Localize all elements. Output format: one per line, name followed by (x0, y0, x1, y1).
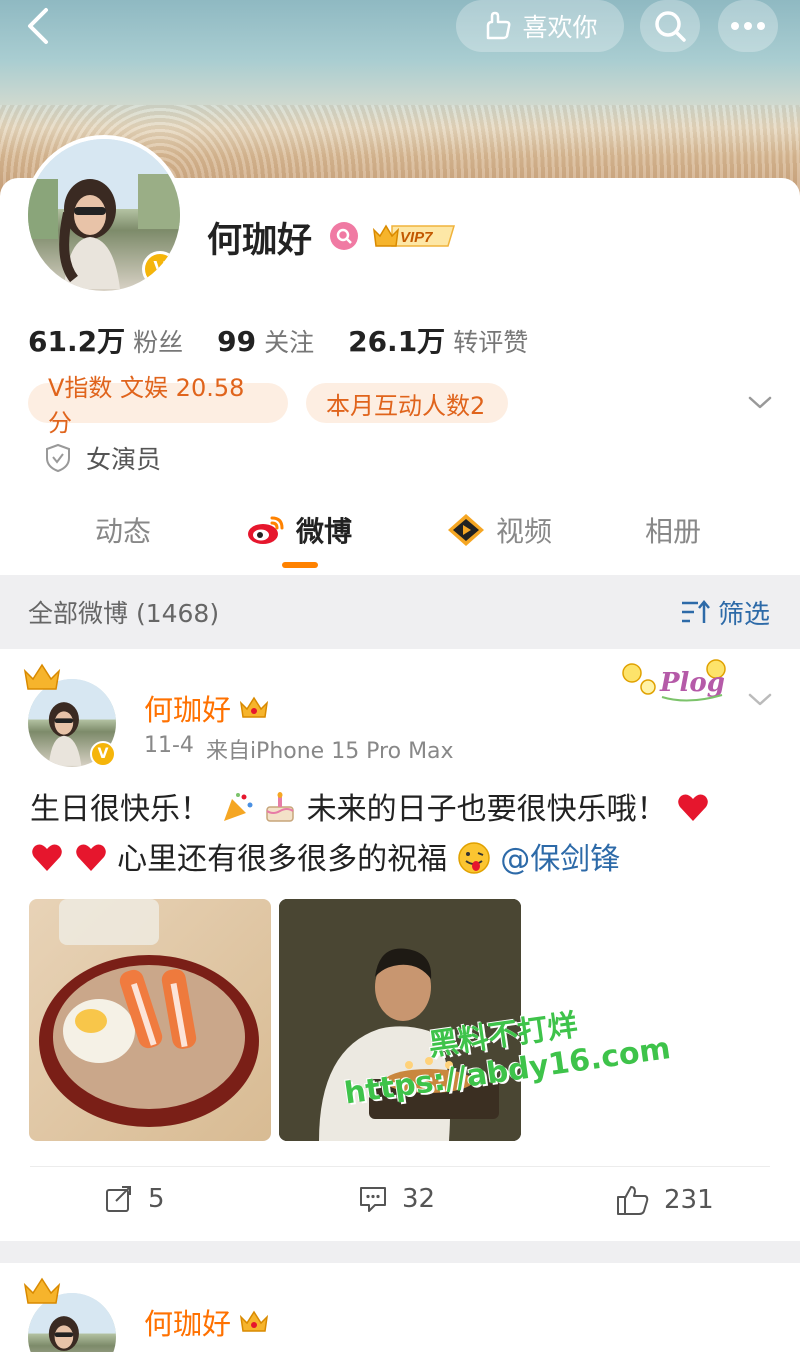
back-button[interactable] (18, 4, 62, 48)
plog-label: Plog (659, 668, 725, 698)
repost-button[interactable]: 5 (104, 1184, 165, 1214)
interactions-label: 转评赞 (453, 328, 529, 357)
profile-tabs: 动态 微博 视频 相册 (0, 490, 800, 574)
weibo-post-2: 何珈好 (0, 1263, 800, 1352)
all-posts-count: 全部微博 (1468) (28, 599, 220, 628)
search-button[interactable] (640, 0, 700, 52)
back-icon (28, 8, 48, 44)
post-meta: 11-4 来自iPhone 15 Pro Max (144, 733, 454, 765)
more-icon (731, 22, 765, 30)
post-author[interactable]: 何珈好 (144, 687, 269, 729)
mention-link[interactable]: @保剑锋 (500, 842, 620, 877)
noodle-bowl-image (39, 899, 259, 1127)
followers-label[interactable]: 粉丝 (133, 323, 183, 359)
post-photo-noodles[interactable] (29, 899, 271, 1141)
post-separator (0, 1241, 800, 1263)
shield-check-icon (46, 443, 70, 473)
following-count[interactable]: 99 (217, 325, 256, 358)
tab-video-label: 视频 (496, 515, 553, 548)
filter-bar: 全部微博 (1468) 筛选 (0, 575, 800, 649)
crown-icon (23, 1277, 61, 1304)
tongue-face-icon (457, 842, 490, 874)
repost-count: 5 (148, 1184, 165, 1214)
profession-label: 女演员 (86, 445, 162, 474)
like-button[interactable]: 231 (616, 1184, 714, 1216)
more-button[interactable] (718, 0, 778, 52)
filter-label: 筛选 (717, 599, 770, 630)
comment-button[interactable]: 32 (358, 1184, 435, 1214)
tab-video[interactable]: 视频 (446, 510, 552, 550)
profile-avatar[interactable]: V (24, 135, 184, 295)
comment-icon (360, 1187, 386, 1212)
post-photo-birthday[interactable] (279, 899, 521, 1141)
post-text: 生日很快乐！ 未来的日子也要很快乐哦！ 心里还有很多很多的祝福 @保剑锋 (30, 785, 770, 885)
tab-weibo-label: 微博 (296, 515, 353, 548)
v-index-pill[interactable]: V指数 文娱 20.58分 (28, 374, 288, 437)
heart-icon (32, 844, 62, 871)
profile-name: 何珈好 (207, 221, 313, 261)
tab-album[interactable]: 相册 (645, 510, 701, 550)
party-popper-icon (223, 793, 253, 821)
weibo-logo-icon (248, 516, 284, 544)
search-icon (655, 11, 686, 42)
monthly-interaction-pill[interactable]: 本月互动人数2 (306, 383, 508, 423)
like-you-button[interactable]: 喜欢你 (456, 0, 624, 52)
heart-icon (678, 794, 708, 821)
followers-count[interactable]: 61.2万 (28, 320, 125, 360)
birthday-man-image (279, 899, 521, 1141)
vip-label: VIP7 (400, 229, 433, 246)
post-source: 来自iPhone 15 Pro Max (205, 739, 454, 764)
post-text-part1: 生日很快乐！ (30, 792, 210, 827)
weibo-post: V 何珈好 11-4 来自iPhone 15 Pro Max Plog 生日很快… (0, 649, 800, 1241)
heart-icon (75, 844, 106, 871)
repost-icon (106, 1186, 131, 1212)
like-you-label: 喜欢你 (522, 13, 598, 42)
active-tab-indicator (282, 562, 318, 568)
filter-icon (681, 600, 710, 623)
video-icon (448, 514, 484, 546)
post-verified-icon: V (90, 741, 116, 767)
tab-activity-label: 动态 (95, 515, 152, 548)
comment-count: 32 (402, 1184, 436, 1214)
like-count: 231 (664, 1185, 714, 1215)
verified-badge-icon: V (142, 251, 178, 287)
post-date: 11-4 (144, 733, 194, 758)
expand-profile-button[interactable] (746, 390, 774, 414)
avatar-image: V (28, 139, 180, 291)
plog-sticker-icon: Plog (622, 659, 726, 702)
filter-button[interactable]: 筛选 (680, 594, 770, 631)
chevron-down-icon (748, 693, 772, 706)
member-crown-icon (239, 1310, 269, 1332)
post2-author[interactable]: 何珈好 (144, 1301, 269, 1343)
vip-badge-icon[interactable]: VIP7 (370, 220, 458, 252)
interactions-count: 26.1万 (348, 325, 446, 358)
thumbs-up-icon (617, 1186, 649, 1215)
like-hand-icon (487, 11, 511, 40)
tab-weibo[interactable]: 微博 (246, 510, 352, 550)
birthday-cake-icon (266, 792, 294, 822)
post-divider (30, 1166, 770, 1167)
member-crown-icon (239, 696, 269, 718)
profile-stats: 61.2万 粉丝 99 关注 26.1万 转评赞 (28, 320, 562, 360)
super-topic-icon[interactable] (330, 222, 358, 250)
crown-icon (23, 663, 61, 690)
post-author-name: 何珈好 (144, 693, 232, 727)
tab-album-label: 相册 (645, 515, 702, 548)
post-text-part3: 心里还有很多很多的祝福 (117, 842, 448, 877)
post-text-part2: 未来的日子也要很快乐哦！ (306, 792, 667, 827)
following-label[interactable]: 关注 (264, 323, 314, 359)
profession-tag: 女演员 (44, 440, 161, 476)
post-menu-button[interactable] (746, 687, 774, 711)
post2-author-name: 何珈好 (144, 1307, 232, 1341)
chevron-down-icon (748, 396, 772, 409)
tab-activity[interactable]: 动态 (95, 510, 151, 550)
